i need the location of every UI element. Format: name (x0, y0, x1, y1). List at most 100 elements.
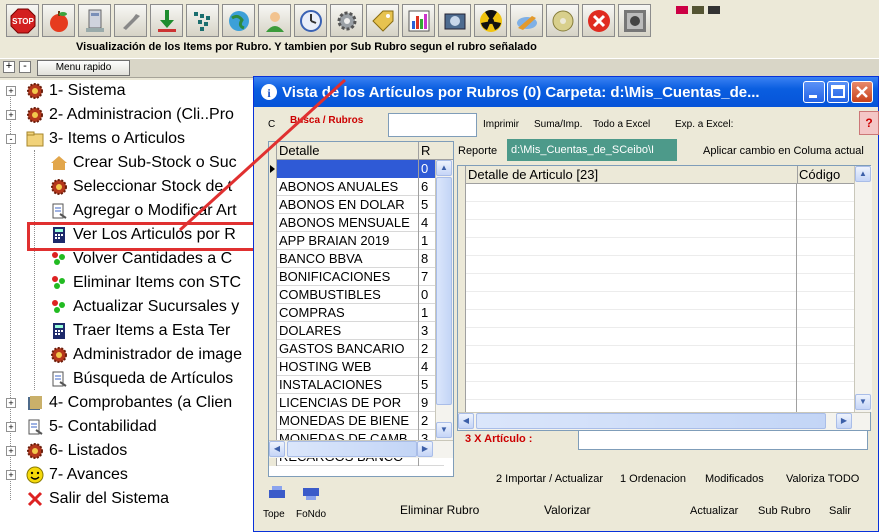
expand-icon[interactable]: + (6, 398, 16, 408)
maximize-button[interactable] (827, 81, 849, 103)
rubros-grid[interactable]: Detalle R 0 ABONOS ANUALES 6 ABONOS EN DOLA… (268, 141, 454, 477)
table-row[interactable]: GASTOS BANCARIO 2 (269, 340, 444, 358)
cell-detalle[interactable]: ABONOS MENSUALE (277, 214, 419, 232)
stop-icon[interactable]: STOP (6, 4, 39, 37)
table-row[interactable]: BANCO BBVA 8 (269, 250, 444, 268)
image-icon[interactable] (618, 4, 651, 37)
tree-item[interactable]: Salir del Sistema (26, 488, 169, 510)
cell-detalle[interactable]: COMPRAS (277, 304, 419, 322)
scroll-thumb[interactable] (287, 441, 417, 457)
tab-busca-rubros[interactable]: Busca / Rubros (290, 115, 363, 126)
importar-actualizar-button[interactable]: 2 Importar / Actualizar (496, 473, 603, 485)
eliminar-rubro-button[interactable]: Eliminar Rubro (400, 503, 479, 517)
tree-icon[interactable] (186, 4, 219, 37)
column-header-detalle[interactable]: Detalle (277, 142, 419, 160)
tope-icon[interactable] (266, 485, 288, 501)
aplicar-cambio-button[interactable]: Aplicar cambio en Columa actual (703, 145, 864, 157)
cell-detalle[interactable]: GASTOS BANCARIO (277, 340, 419, 358)
search-input[interactable] (388, 113, 477, 137)
camera-icon[interactable] (438, 4, 471, 37)
table-row[interactable]: 0 (269, 160, 444, 178)
expand-icon[interactable]: + (6, 110, 16, 120)
todo-excel-button[interactable]: Todo a Excel (593, 119, 650, 130)
tree-item[interactable]: Traer Items a Esta Ter (50, 320, 230, 342)
tree-item[interactable]: Actualizar Sucursales y (50, 296, 239, 318)
scroll-left-icon[interactable]: ◀ (458, 413, 474, 429)
table-row[interactable]: HOSTING WEB 4 (269, 358, 444, 376)
table-row[interactable]: DOLARES 3 (269, 322, 444, 340)
rubros-vertical-scrollbar[interactable]: ▲ ▼ (435, 160, 453, 440)
table-row[interactable]: BONIFICACIONES 7 (269, 268, 444, 286)
wrench-icon[interactable] (114, 4, 147, 37)
imprimir-button[interactable]: Imprimir (483, 119, 519, 130)
cell-detalle[interactable] (277, 160, 419, 178)
cell-detalle[interactable]: COMBUSTIBLES (277, 286, 419, 304)
tree-item[interactable]: 2- Administracion (Cli..Pro (26, 104, 234, 126)
scroll-down-icon[interactable]: ▼ (436, 422, 452, 438)
column-header-codigo[interactable]: Código (799, 167, 840, 182)
expand-icon[interactable]: + (6, 470, 16, 480)
tree-item[interactable]: 5- Contabilidad (26, 416, 157, 438)
window-close-button[interactable] (851, 81, 873, 103)
collapse-all-button[interactable]: - (19, 61, 31, 73)
help-button[interactable]: ? (859, 111, 879, 135)
close-icon[interactable] (582, 4, 615, 37)
tree-item[interactable]: 7- Avances (26, 464, 128, 486)
actualizar-button[interactable]: Actualizar (690, 505, 738, 517)
table-row[interactable]: ABONOS ANUALES 6 (269, 178, 444, 196)
fondo-icon[interactable] (300, 485, 322, 501)
cell-detalle[interactable]: LICENCIAS DE POR (277, 394, 419, 412)
tree-item[interactable]: Eliminar Items con STC (50, 272, 241, 294)
cell-detalle[interactable]: HOSTING WEB (277, 358, 419, 376)
scroll-up-icon[interactable]: ▲ (855, 166, 871, 182)
table-row[interactable]: ABONOS MENSUALE 4 (269, 214, 444, 232)
cell-detalle[interactable]: MONEDAS DE BIENE (277, 412, 419, 430)
table-row[interactable]: COMBUSTIBLES 0 (269, 286, 444, 304)
modificados-button[interactable]: Modificados (705, 473, 764, 485)
radiation-icon[interactable] (474, 4, 507, 37)
table-row[interactable]: MONEDAS DE BIENE 2 (269, 412, 444, 430)
tree-item[interactable]: Crear Sub-Stock o Suc (50, 152, 237, 174)
globe-icon[interactable] (222, 4, 255, 37)
menu-rapido-button[interactable]: Menu rapido (37, 60, 130, 76)
x-articulo-input[interactable] (578, 430, 868, 450)
cell-detalle[interactable]: INSTALACIONES (277, 376, 419, 394)
tab-c[interactable]: C (268, 119, 275, 130)
cell-detalle[interactable]: APP BRAIAN 2019 (277, 232, 419, 250)
sub-rubro-button[interactable]: Sub Rubro (758, 505, 811, 517)
valorizar-button[interactable]: Valorizar (544, 503, 590, 517)
table-row[interactable]: LICENCIAS DE POR 9 (269, 394, 444, 412)
collapse-icon[interactable]: - (6, 134, 16, 144)
tree-item[interactable]: 6- Listados (26, 440, 127, 462)
window-titlebar[interactable]: i Vista de los Artículos por Rubros (0) … (254, 77, 878, 107)
suma-imp-button[interactable]: Suma/Imp. (534, 119, 582, 130)
tree-item[interactable]: 1- Sistema (26, 80, 125, 102)
table-row[interactable]: ABONOS EN DOLAR 5 (269, 196, 444, 214)
cloud-icon[interactable] (510, 4, 543, 37)
cell-detalle[interactable]: BANCO BBVA (277, 250, 419, 268)
tree-item[interactable]: Volver Cantidades a C (50, 248, 232, 270)
scroll-right-icon[interactable]: ▶ (836, 413, 852, 429)
cell-detalle[interactable]: BONIFICACIONES (277, 268, 419, 286)
minimize-button[interactable] (803, 81, 825, 103)
articulos-grid[interactable]: Detalle de Articulo [23] Código ▲ ▼ ◀ ▶ (457, 165, 872, 431)
exp-excel-button[interactable]: Exp. a Excel: (675, 119, 733, 130)
scroll-up-icon[interactable]: ▲ (436, 160, 452, 176)
tree-item[interactable]: Agregar o Modificar Art (50, 200, 237, 222)
scroll-down-icon[interactable]: ▼ (855, 394, 871, 410)
rubros-horizontal-scrollbar[interactable]: ◀ ▶ (269, 440, 453, 458)
column-header-r[interactable]: R (419, 142, 444, 160)
fondo-button[interactable]: FoNdo (296, 509, 326, 520)
table-row[interactable]: INSTALACIONES 5 (269, 376, 444, 394)
scroll-right-icon[interactable]: ▶ (417, 441, 433, 457)
expand-icon[interactable]: + (6, 422, 16, 432)
table-row[interactable]: APP BRAIAN 2019 1 (269, 232, 444, 250)
apple-icon[interactable] (42, 4, 75, 37)
disc-icon[interactable] (546, 4, 579, 37)
expand-all-button[interactable]: + (3, 61, 15, 73)
table-row[interactable]: COMPRAS 1 (269, 304, 444, 322)
chart-icon[interactable] (402, 4, 435, 37)
user-icon[interactable] (258, 4, 291, 37)
reporte-field[interactable]: d:\Mis_Cuentas_de_SCeibo\I (507, 139, 677, 161)
cell-detalle[interactable]: ABONOS EN DOLAR (277, 196, 419, 214)
